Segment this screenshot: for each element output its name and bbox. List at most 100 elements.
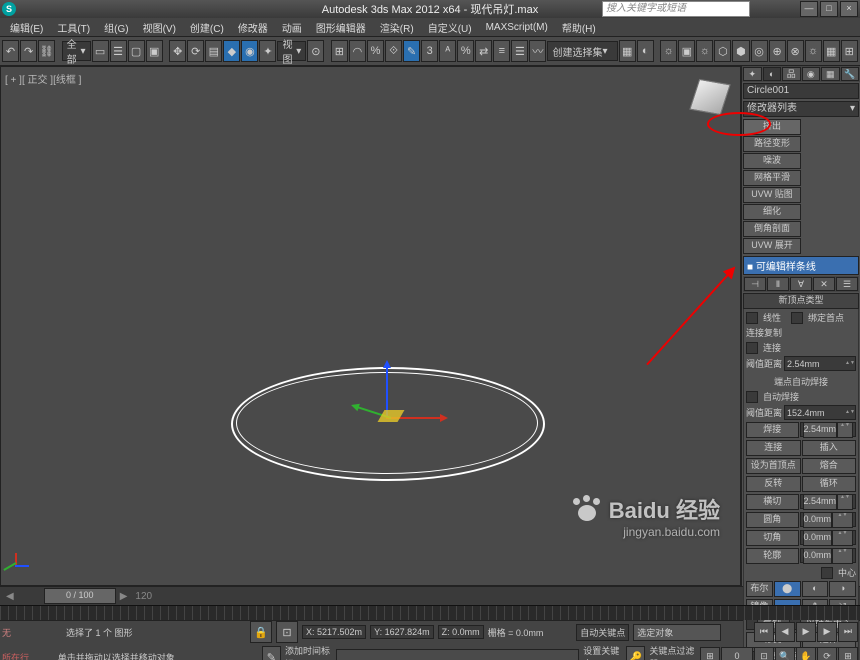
time-slider-knob[interactable]: 0 / 100 bbox=[44, 588, 116, 604]
mod-noise-button[interactable]: 噪波 bbox=[743, 153, 801, 169]
configure-button[interactable]: ☰ bbox=[836, 277, 858, 291]
viewport[interactable]: [ + ][ 正交 ][线框 ] Baidu 经验 jingyan.baidu.… bbox=[0, 66, 741, 586]
next-frame-button[interactable]: ▶ bbox=[817, 622, 837, 642]
key-icon[interactable]: 🔑 bbox=[626, 646, 645, 660]
percent-snap-button[interactable]: % bbox=[367, 40, 384, 62]
menu-animation[interactable]: 动画 bbox=[276, 20, 308, 35]
3-icon[interactable]: 3 bbox=[421, 40, 438, 62]
tab-utilities[interactable]: 🔧 bbox=[841, 67, 860, 81]
redo-button[interactable]: ↷ bbox=[20, 40, 37, 62]
time-slider[interactable]: ◀ 0 / 100 ▶ 120 bbox=[0, 586, 860, 605]
lock-button[interactable]: 🔒 bbox=[250, 621, 272, 643]
mod-uvwmap-button[interactable]: UVW 贴图 bbox=[743, 187, 801, 203]
tb-icon[interactable]: ☼ bbox=[805, 40, 822, 62]
y-coord[interactable]: Y: 1627.824m bbox=[370, 625, 434, 639]
setkey-button[interactable]: 设置关键点 bbox=[583, 644, 622, 660]
modifier-stack[interactable]: ■ 可编辑样条线 bbox=[743, 256, 859, 275]
outline-spinner[interactable]: 0.0mm▲▼ bbox=[800, 548, 857, 563]
fillet-button[interactable]: 圆角 bbox=[746, 512, 799, 528]
chamfer-button[interactable]: 切角 bbox=[746, 530, 799, 546]
maximize-vp-button[interactable]: ⊞ bbox=[838, 647, 858, 660]
thresh1-spinner[interactable]: 2.54mm▲▼ bbox=[784, 356, 856, 371]
pin-stack-button[interactable]: ⊣ bbox=[744, 277, 766, 291]
z-coord[interactable]: Z: 0.0mm bbox=[438, 625, 484, 639]
viewcube[interactable] bbox=[690, 77, 730, 117]
current-frame[interactable]: 0 bbox=[721, 647, 753, 660]
bool-sub-icon[interactable]: ◐ bbox=[802, 581, 829, 597]
link-check[interactable] bbox=[746, 342, 758, 354]
bound-check[interactable] bbox=[791, 312, 803, 324]
menu-rendering[interactable]: 渲染(R) bbox=[374, 20, 420, 35]
x-coord[interactable]: X: 5217.502m bbox=[302, 625, 366, 639]
align-button[interactable]: ≡ bbox=[493, 40, 510, 62]
rendered-frame-button[interactable]: ▣ bbox=[678, 40, 695, 62]
edit-named-button[interactable]: ✎ bbox=[403, 40, 420, 62]
tab-hierarchy[interactable]: 品 bbox=[782, 67, 801, 81]
rollout-header[interactable]: 新顶点类型 bbox=[743, 293, 859, 309]
spinner-snap-button[interactable]: ⟐ bbox=[385, 40, 402, 62]
addtime-label[interactable]: 添加时间标记 bbox=[285, 644, 332, 660]
a-icon[interactable]: ᴬ bbox=[439, 40, 456, 62]
bool-button[interactable]: 布尔 bbox=[746, 581, 773, 597]
material-button[interactable]: ◐ bbox=[637, 40, 654, 62]
menu-maxscript[interactable]: MAXScript(M) bbox=[480, 22, 554, 33]
manip-button[interactable]: ✦ bbox=[259, 40, 276, 62]
insert-button[interactable]: 插入 bbox=[802, 440, 857, 456]
chamfer-spinner[interactable]: 0.0mm▲▼ bbox=[800, 530, 857, 545]
goto-start-button[interactable]: ⏮ bbox=[754, 622, 774, 642]
goto-end-button[interactable]: ⏭ bbox=[838, 622, 858, 642]
tb-icon[interactable]: ▦ bbox=[823, 40, 840, 62]
timeline-track[interactable] bbox=[0, 605, 860, 620]
menu-help[interactable]: 帮助(H) bbox=[556, 20, 602, 35]
viewport-label[interactable]: [ + ][ 正交 ][线框 ] bbox=[5, 71, 81, 86]
menu-group[interactable]: 组(G) bbox=[98, 20, 134, 35]
crosssect-spinner[interactable]: 2.54mm▲▼ bbox=[800, 494, 857, 509]
weld-spinner[interactable]: 2.54mm▲▼ bbox=[800, 422, 857, 437]
remove-mod-button[interactable]: ✕ bbox=[813, 277, 835, 291]
curve-editor-button[interactable]: 〰 bbox=[529, 40, 546, 62]
connect-button[interactable]: 连接 bbox=[746, 440, 801, 456]
refcoord-button[interactable]: ◆ bbox=[223, 40, 240, 62]
center-button[interactable]: ◉ bbox=[241, 40, 258, 62]
undo-button[interactable]: ↶ bbox=[2, 40, 19, 62]
tb-icon[interactable]: ◎ bbox=[751, 40, 768, 62]
play-button[interactable]: ▶ bbox=[796, 622, 816, 642]
bool-int-icon[interactable]: ◑ bbox=[829, 581, 856, 597]
render-button[interactable]: ☼ bbox=[696, 40, 713, 62]
mod-tessellate-button[interactable]: 细化 bbox=[743, 204, 801, 220]
menu-edit[interactable]: 编辑(E) bbox=[4, 20, 49, 35]
script-button[interactable]: ✎ bbox=[262, 646, 281, 660]
pan-button[interactable]: ✋ bbox=[796, 647, 816, 660]
time-config-button[interactable]: ⊞ bbox=[700, 647, 720, 660]
linear-check[interactable] bbox=[746, 312, 758, 324]
render-setup-button[interactable]: ☼ bbox=[660, 40, 677, 62]
bool-union-icon[interactable]: ⬤ bbox=[774, 581, 801, 597]
menu-customize[interactable]: 自定义(U) bbox=[422, 20, 478, 35]
minimize-button[interactable]: — bbox=[800, 1, 818, 17]
orbit-button[interactable]: ⟳ bbox=[817, 647, 837, 660]
fuse-button[interactable]: 熔合 bbox=[802, 458, 857, 474]
angle-snap-button[interactable]: ◠ bbox=[349, 40, 366, 62]
cycle-button[interactable]: 循环 bbox=[802, 476, 857, 492]
tab-create[interactable]: ✦ bbox=[743, 67, 762, 81]
mod-meshsmooth-button[interactable]: 网格平滑 bbox=[743, 170, 801, 186]
iso-button[interactable]: ⊡ bbox=[276, 621, 298, 643]
menu-views[interactable]: 视图(V) bbox=[137, 20, 182, 35]
tb-icon[interactable]: ⊕ bbox=[769, 40, 786, 62]
zoom-ext-button[interactable]: ⊡ bbox=[754, 647, 774, 660]
selected-dropdown[interactable]: 选定对象 bbox=[633, 624, 721, 641]
object-name-input[interactable]: Circle001 bbox=[743, 83, 859, 99]
select-rect-button[interactable]: ▢ bbox=[128, 40, 145, 62]
maximize-button[interactable]: □ bbox=[820, 1, 838, 17]
named-sel-dropdown[interactable]: 创建选择集 ▾ bbox=[547, 41, 617, 61]
rotate-button[interactable]: ⟳ bbox=[187, 40, 204, 62]
gizmo-z-axis[interactable] bbox=[386, 362, 388, 417]
menu-create[interactable]: 创建(C) bbox=[184, 20, 230, 35]
tab-display[interactable]: ▦ bbox=[821, 67, 840, 81]
mod-bevelprofile-button[interactable]: 倒角剖面 bbox=[743, 221, 801, 237]
mirror-button[interactable]: ⇄ bbox=[475, 40, 492, 62]
help-search-input[interactable]: 搜入关键字或短语 bbox=[602, 1, 750, 17]
autoweld-check[interactable] bbox=[746, 391, 758, 403]
stack-item-spline[interactable]: ■ 可编辑样条线 bbox=[744, 257, 858, 274]
show-result-button[interactable]: Ⅱ bbox=[767, 277, 789, 291]
